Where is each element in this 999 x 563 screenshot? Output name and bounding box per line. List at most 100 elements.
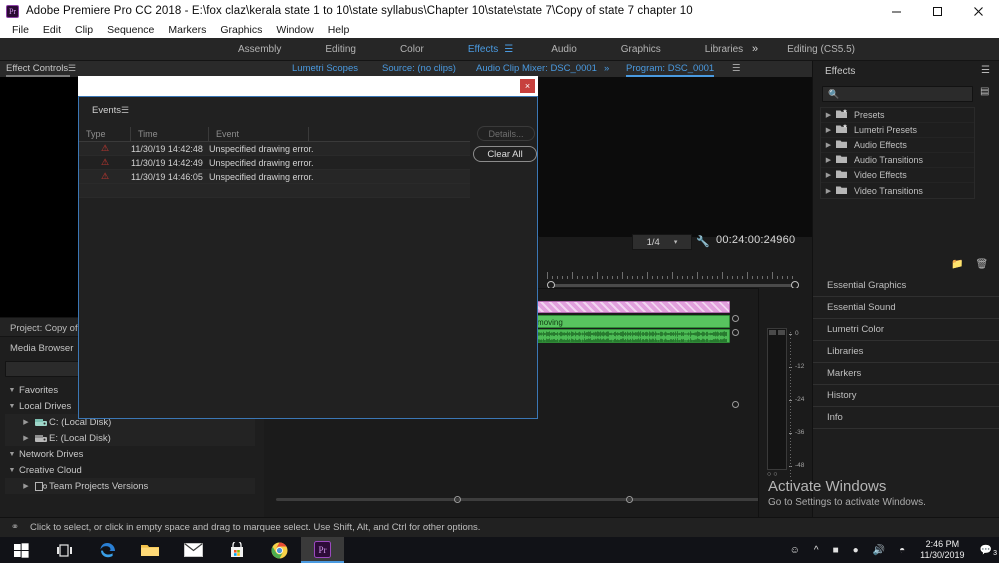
battery-icon[interactable]: ■ xyxy=(826,545,846,556)
menu-edit[interactable]: Edit xyxy=(36,22,68,38)
twirl-right-icon[interactable]: ▶ xyxy=(19,434,33,442)
twirl-down-icon[interactable]: ▼ xyxy=(5,387,19,394)
file-explorer-icon[interactable] xyxy=(129,537,172,563)
chevron-right-icon[interactable]: ▶ xyxy=(821,111,836,119)
twirl-right-icon[interactable]: ▶ xyxy=(19,418,33,426)
audio-meter-solo-row[interactable]: ○ ○ xyxy=(767,471,801,478)
twirl-down-icon[interactable]: ▼ xyxy=(5,467,19,474)
effects-item-lumetri-presets[interactable]: ▶ Lumetri Presets xyxy=(821,123,974,138)
panel-markers[interactable]: Markers xyxy=(813,363,999,385)
tab-source[interactable]: Source: (no clips) xyxy=(382,61,456,77)
panel-history[interactable]: History xyxy=(813,385,999,407)
timeline-corner-handle[interactable] xyxy=(732,401,739,408)
tab-program-monitor[interactable]: Program: DSC_0001 xyxy=(626,61,714,77)
chevron-right-icon[interactable]: ▶ xyxy=(821,171,836,179)
table-row[interactable]: ⚠ 11/30/19 14:42:48 Unspecified drawing … xyxy=(79,142,470,156)
details-button[interactable]: Details... xyxy=(477,126,535,141)
clip-end-handle[interactable] xyxy=(732,329,739,336)
audio-meter-bars[interactable] xyxy=(767,328,787,470)
column-header-event[interactable]: Event xyxy=(209,127,309,141)
column-header-time[interactable]: Time xyxy=(131,127,209,141)
meter-mute-right[interactable]: ○ xyxy=(773,471,777,478)
menu-window[interactable]: Window xyxy=(269,22,320,38)
panel-menu-icon[interactable]: ☰ xyxy=(732,61,741,77)
twirl-down-icon[interactable]: ▼ xyxy=(5,403,19,410)
taskbar-clock[interactable]: 2:46 PM 11/30/2019 xyxy=(912,539,972,561)
tree-item-e-drive[interactable]: ▶ E: (Local Disk) xyxy=(5,430,255,446)
delete-icon[interactable]: 🗑 xyxy=(975,259,988,270)
workspace-graphics[interactable]: Graphics xyxy=(599,38,683,61)
workspace-overflow-button[interactable]: » xyxy=(752,43,758,55)
wrench-icon[interactable]: 🔧 xyxy=(696,235,710,248)
chevron-right-icon[interactable]: ▶ xyxy=(821,156,836,164)
playback-resolution-dropdown[interactable]: 1/4 ▾ xyxy=(632,234,692,250)
clear-all-button[interactable]: Clear All xyxy=(473,146,537,162)
tab-overflow[interactable]: » xyxy=(604,61,609,77)
effects-search-input[interactable]: 🔍 xyxy=(822,86,973,102)
show-hidden-icons-icon[interactable]: ^ xyxy=(807,545,826,556)
chevron-right-icon[interactable]: ▶ xyxy=(821,141,836,149)
effects-item-video-transitions[interactable]: ▶ Video Transitions xyxy=(821,183,974,198)
column-header-extra[interactable] xyxy=(309,127,468,141)
column-header-type[interactable]: Type xyxy=(79,127,131,141)
workspace-color[interactable]: Color xyxy=(378,38,446,61)
panel-essential-sound[interactable]: Essential Sound xyxy=(813,297,999,319)
wifi-icon[interactable]: ◓ xyxy=(892,545,912,556)
meter-clip-indicator-right[interactable] xyxy=(778,330,785,335)
workspace-editing[interactable]: Editing xyxy=(303,38,378,61)
menu-clip[interactable]: Clip xyxy=(68,22,100,38)
effects-item-audio-effects[interactable]: ▶ Audio Effects xyxy=(821,138,974,153)
meter-mute-left[interactable]: ○ xyxy=(767,471,771,478)
chevron-right-icon[interactable]: ▶ xyxy=(821,187,836,195)
workspace-audio[interactable]: Audio xyxy=(529,38,599,61)
twirl-down-icon[interactable]: ▼ xyxy=(5,451,19,458)
panel-lumetri-color[interactable]: Lumetri Color xyxy=(813,319,999,341)
zoom-bar[interactable] xyxy=(551,284,795,287)
sort-icon[interactable]: ▤ xyxy=(980,86,989,97)
panel-essential-graphics[interactable]: Essential Graphics xyxy=(813,275,999,297)
volume-icon[interactable]: 🔊 xyxy=(866,545,892,556)
maximize-icon[interactable] xyxy=(917,0,958,22)
effects-item-presets[interactable]: ▶ Presets xyxy=(821,108,974,123)
twirl-right-icon[interactable]: ▶ xyxy=(19,482,33,490)
menu-sequence[interactable]: Sequence xyxy=(100,22,161,38)
panel-libraries[interactable]: Libraries xyxy=(813,341,999,363)
task-view-icon[interactable] xyxy=(43,537,86,563)
network-icon[interactable]: ● xyxy=(846,545,866,556)
meter-clip-indicator-left[interactable] xyxy=(769,330,776,335)
close-icon[interactable]: × xyxy=(520,79,535,93)
program-time-ruler[interactable] xyxy=(547,269,797,279)
panel-info[interactable]: Info xyxy=(813,407,999,429)
menu-markers[interactable]: Markers xyxy=(161,22,213,38)
panel-menu-icon[interactable]: ☰ xyxy=(68,63,76,74)
workspace-editing-cs55[interactable]: Editing (CS5.5) xyxy=(765,38,877,61)
scrollbar-track[interactable] xyxy=(276,498,761,501)
tab-lumetri-scopes[interactable]: Lumetri Scopes xyxy=(292,61,358,77)
windows-start-icon[interactable] xyxy=(0,537,43,563)
close-icon[interactable] xyxy=(958,0,999,22)
tree-item-network-drives[interactable]: ▼ Network Drives xyxy=(5,446,255,462)
table-row[interactable]: ⚠ 11/30/19 14:46:05 Unspecified drawing … xyxy=(79,170,470,184)
workspace-assembly[interactable]: Assembly xyxy=(216,38,303,61)
chevron-right-icon[interactable]: ▶ xyxy=(821,126,836,134)
table-row[interactable]: ⚠ 11/30/19 14:42:49 Unspecified drawing … xyxy=(79,156,470,170)
microsoft-store-icon[interactable] xyxy=(215,537,258,563)
tab-audio-clip-mixer[interactable]: Audio Clip Mixer: DSC_0001 xyxy=(476,61,597,77)
people-icon[interactable]: ☺ xyxy=(783,545,807,556)
scrollbar-handle-right[interactable] xyxy=(626,496,633,503)
menu-help[interactable]: Help xyxy=(321,22,357,38)
menu-graphics[interactable]: Graphics xyxy=(213,22,269,38)
panel-menu-icon[interactable]: ☰ xyxy=(981,65,990,76)
tree-item-creative-cloud[interactable]: ▼ Creative Cloud xyxy=(5,462,255,478)
mail-icon[interactable] xyxy=(172,537,215,563)
timeline-horizontal-scrollbar[interactable] xyxy=(264,494,812,506)
tree-item-team-projects-versions[interactable]: ▶ Team Projects Versions xyxy=(5,478,255,494)
workspace-effects[interactable]: Effects xyxy=(446,38,504,61)
menu-file[interactable]: File xyxy=(5,22,36,38)
minimize-icon[interactable] xyxy=(876,0,917,22)
action-center-icon[interactable]: 💬 3 xyxy=(973,545,999,556)
edge-icon[interactable] xyxy=(86,537,129,563)
effects-item-video-effects[interactable]: ▶ Video Effects xyxy=(821,168,974,183)
chrome-icon[interactable] xyxy=(258,537,301,563)
program-timecode[interactable]: 00:24:00:24960 xyxy=(716,234,795,246)
